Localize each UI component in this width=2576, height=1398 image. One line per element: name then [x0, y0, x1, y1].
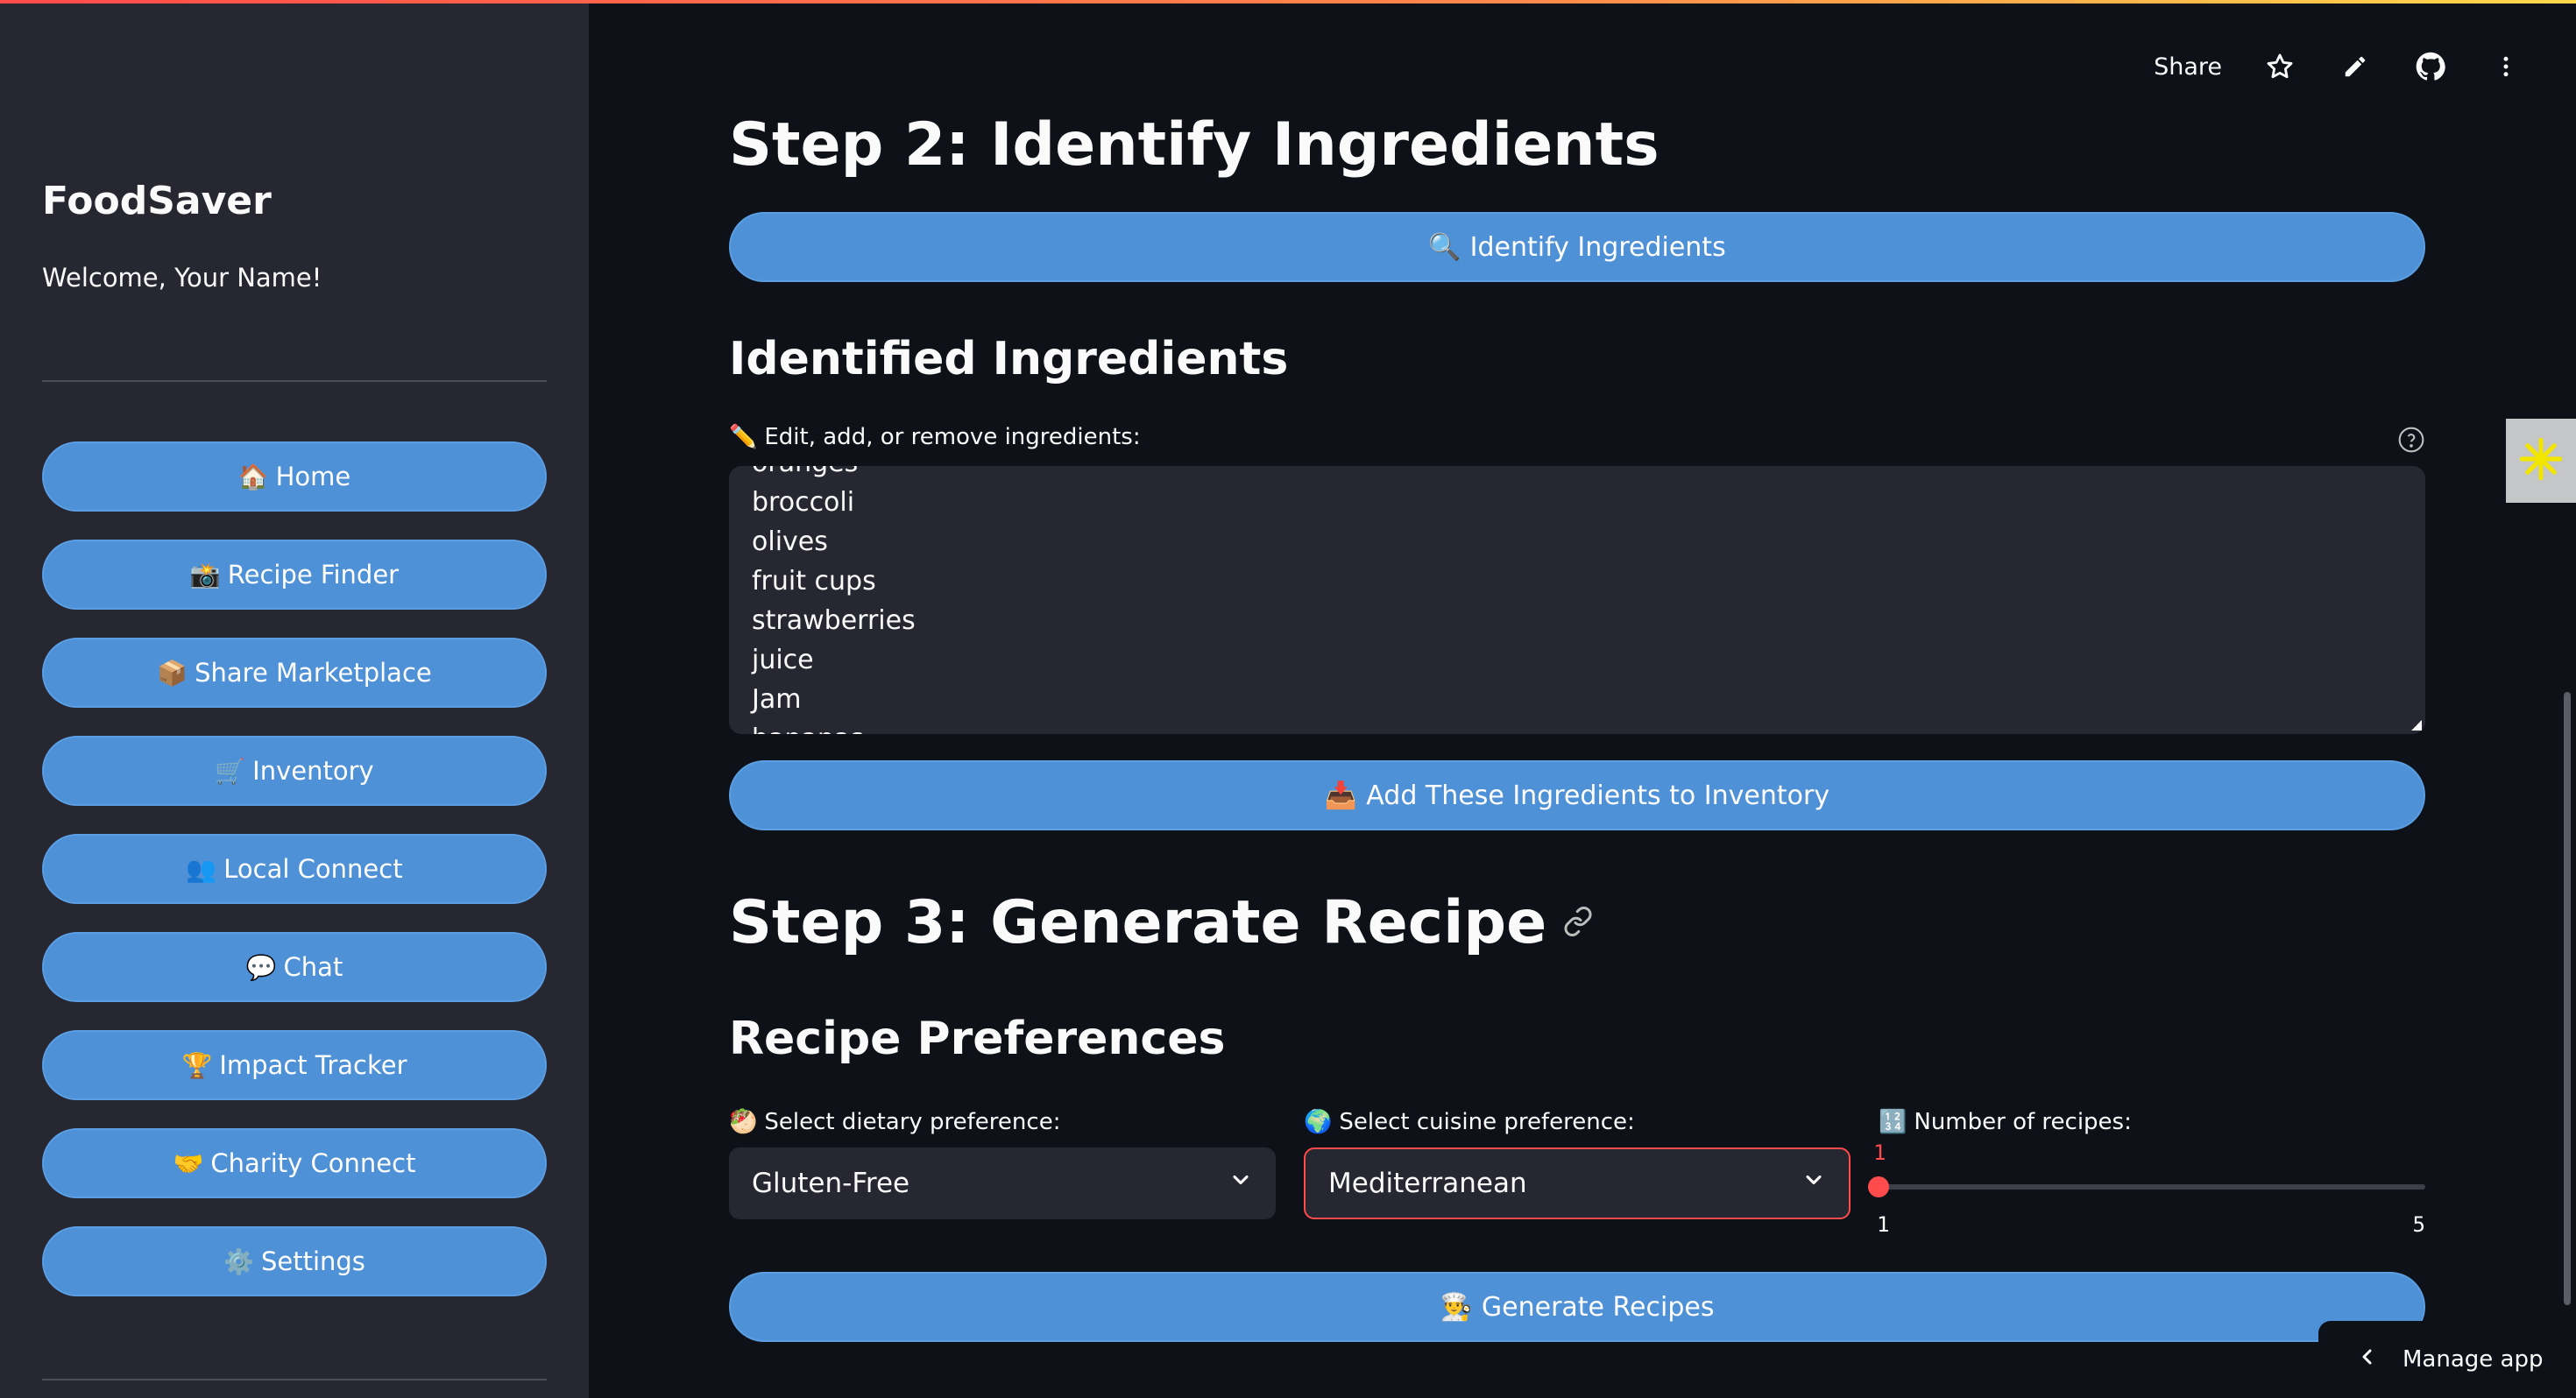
slider-max-label: 5 — [2412, 1212, 2425, 1237]
sidebar-item-label: Home — [275, 462, 351, 491]
sidebar-item-share-marketplace[interactable]: 📦 Share Marketplace — [42, 638, 547, 708]
pencil-icon: ✏️ — [729, 424, 758, 450]
select-value: Mediterranean — [1328, 1168, 1527, 1199]
trophy-icon: 🏆 — [181, 1050, 213, 1080]
star-icon[interactable] — [2262, 49, 2297, 84]
sidebar-divider — [42, 380, 547, 382]
manage-app-label: Manage app — [2403, 1346, 2544, 1373]
sidebar-item-label: Impact Tracker — [219, 1050, 407, 1080]
label-text: Number of recipes: — [1914, 1109, 2132, 1135]
ingredients-text: oranges broccoli olives fruit cups straw… — [752, 466, 916, 734]
sidebar-item-label: Inventory — [252, 756, 374, 786]
gear-icon: ⚙️ — [223, 1246, 254, 1276]
camera-icon: 📸 — [189, 560, 221, 590]
chevron-down-icon — [1801, 1168, 1826, 1199]
step3-heading-row: Step 3: Generate Recipe — [729, 888, 1594, 957]
label-text: Edit, add, or remove ingredients: — [764, 424, 1141, 450]
sidebar-item-charity-connect[interactable]: 🤝 Charity Connect — [42, 1128, 547, 1198]
generate-recipes-button[interactable]: 👨‍🍳 Generate Recipes — [729, 1272, 2425, 1342]
ingredients-textarea[interactable]: oranges broccoli olives fruit cups straw… — [729, 466, 2425, 734]
dietary-label: 🥙 Select dietary preference: — [729, 1109, 1060, 1135]
slider-current-value: 1 — [1873, 1140, 1886, 1165]
sidebar-item-inventory[interactable]: 🛒 Inventory — [42, 736, 547, 806]
select-value: Gluten-Free — [752, 1168, 910, 1199]
github-icon[interactable] — [2413, 49, 2448, 84]
inbox-icon: 📥 — [1324, 780, 1358, 811]
button-label: Add These Ingredients to Inventory — [1366, 780, 1830, 811]
step2-heading: Step 2: Identify Ingredients — [729, 110, 1660, 180]
identified-ingredients-heading: Identified Ingredients — [729, 333, 1289, 385]
chef-icon: 👨‍🍳 — [1440, 1291, 1473, 1323]
pencil-icon[interactable] — [2338, 49, 2373, 84]
sidebar-divider — [42, 1379, 547, 1380]
dietary-select[interactable]: Gluten-Free — [729, 1147, 1276, 1219]
more-vertical-icon[interactable] — [2488, 49, 2523, 84]
slider-track[interactable] — [1879, 1184, 2425, 1190]
slider-thumb[interactable] — [1868, 1176, 1889, 1197]
step3-heading: Step 3: Generate Recipe — [729, 888, 1547, 957]
manage-app-button[interactable]: Manage app — [2318, 1321, 2576, 1398]
app-title: FoodSaver — [42, 179, 272, 223]
recipes-count-label: 🔢 Number of recipes: — [1879, 1109, 2132, 1135]
link-icon[interactable] — [1562, 906, 1594, 941]
sidebar-item-settings[interactable]: ⚙️ Settings — [42, 1226, 547, 1296]
scrollbar[interactable] — [2564, 692, 2571, 1305]
resize-handle[interactable] — [2411, 720, 2422, 731]
app-toolbar: Share — [2154, 47, 2523, 86]
falafel-icon: 🥙 — [729, 1109, 758, 1135]
sidebar-item-label: Settings — [260, 1246, 365, 1276]
magnifier-icon: 🔍 — [1428, 231, 1461, 263]
add-to-inventory-button[interactable]: 📥 Add These Ingredients to Inventory — [729, 760, 2425, 830]
cuisine-label: 🌍 Select cuisine preference: — [1304, 1109, 1635, 1135]
sidebar-item-recipe-finder[interactable]: 📸 Recipe Finder — [42, 540, 547, 610]
recipe-preferences-heading: Recipe Preferences — [729, 1013, 1226, 1065]
sidebar: FoodSaver Welcome, Your Name! 🏠 Home 📸 R… — [0, 4, 589, 1398]
welcome-text: Welcome, Your Name! — [42, 263, 322, 293]
label-text: Select dietary preference: — [764, 1109, 1061, 1135]
main-content: Share Step 2: Identify Ingredients 🔍 Ide… — [589, 4, 2576, 1398]
cart-icon: 🛒 — [215, 756, 246, 786]
home-icon: 🏠 — [237, 462, 269, 491]
sidebar-item-label: Charity Connect — [210, 1148, 416, 1178]
label-text: Select cuisine preference: — [1339, 1109, 1635, 1135]
cuisine-select[interactable]: Mediterranean — [1304, 1147, 1851, 1219]
sidebar-item-home[interactable]: 🏠 Home — [42, 441, 547, 512]
help-icon[interactable] — [2397, 426, 2425, 454]
sidebar-item-label: Chat — [283, 952, 343, 982]
sidebar-item-label: Local Connect — [223, 854, 403, 884]
speech-bubble-icon: 💬 — [245, 952, 277, 982]
sidebar-item-label: Share Marketplace — [195, 658, 432, 688]
numbers-icon: 🔢 — [1879, 1109, 1907, 1135]
button-label: Generate Recipes — [1481, 1291, 1715, 1323]
handshake-icon: 🤝 — [173, 1148, 204, 1178]
chevron-down-icon — [1228, 1168, 1253, 1199]
sidebar-item-chat[interactable]: 💬 Chat — [42, 932, 547, 1002]
recipes-count-slider[interactable]: 1 1 5 — [1868, 1139, 2425, 1244]
sidebar-item-local-connect[interactable]: 👥 Local Connect — [42, 834, 547, 904]
button-label: Identify Ingredients — [1469, 231, 1726, 263]
chevron-left-icon — [2357, 1346, 2378, 1373]
slider-min-label: 1 — [1877, 1212, 1890, 1237]
people-icon: 👥 — [186, 854, 217, 884]
sparkle-icon — [2518, 436, 2564, 485]
package-icon: 📦 — [157, 658, 188, 688]
ingredients-field-label: ✏️ Edit, add, or remove ingredients: — [729, 424, 1141, 450]
identify-ingredients-button[interactable]: 🔍 Identify Ingredients — [729, 212, 2425, 282]
sidebar-item-impact-tracker[interactable]: 🏆 Impact Tracker — [42, 1030, 547, 1100]
share-button[interactable]: Share — [2154, 53, 2222, 81]
floating-widget-tab[interactable] — [2506, 419, 2576, 503]
globe-icon: 🌍 — [1304, 1109, 1333, 1135]
sidebar-item-label: Recipe Finder — [227, 560, 400, 590]
